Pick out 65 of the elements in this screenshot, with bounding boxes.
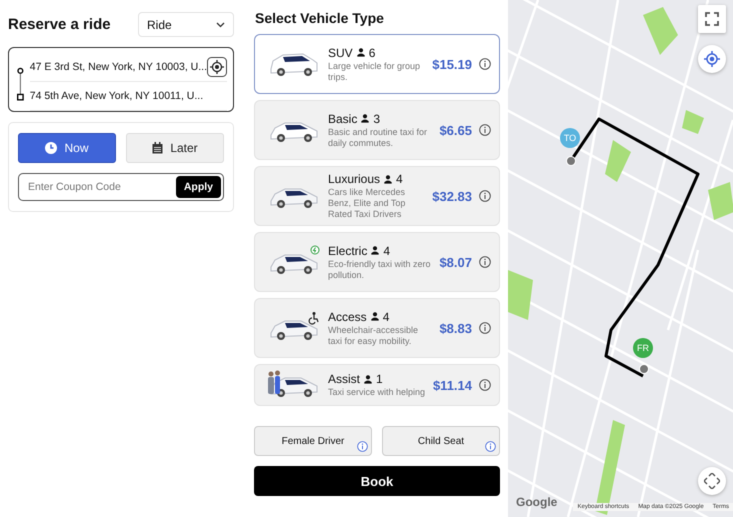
vehicle-description: Taxi service with helping (328, 387, 426, 398)
person-icon (371, 246, 380, 255)
apply-button[interactable]: Apply (176, 176, 221, 198)
move-arrows-icon (704, 473, 720, 489)
info-icon[interactable] (479, 379, 491, 391)
info-icon[interactable] (357, 441, 368, 452)
info-icon[interactable] (479, 256, 491, 268)
seat-count: 4 (396, 172, 403, 186)
seat-count: 4 (382, 310, 390, 324)
info-icon[interactable] (479, 124, 491, 136)
vehicle-description: Eco-friendly taxi with zero pollution. (328, 258, 432, 280)
clock-icon (45, 142, 58, 154)
pickup-address-field[interactable]: 47 E 3rd St, New York, NY 10003, U... (30, 61, 207, 73)
person-icon (356, 48, 365, 57)
vehicle-option[interactable]: Basic 3 Basic and routine taxi for daily commutes. $6.65 (254, 100, 500, 160)
vehicle-description: Wheelchair-accessible taxi for easy mobility. (328, 324, 420, 346)
vehicle-name: SUV (328, 46, 353, 60)
info-icon[interactable] (485, 441, 496, 452)
vehicle-price: $8.07 (439, 254, 472, 270)
seat-count: 6 (368, 46, 376, 60)
coupon-field[interactable]: Enter Coupon Code Apply (18, 173, 224, 201)
vehicle-description: Cars like Mercedes Benz, Elite and Top Rated Taxi Drivers (328, 187, 406, 220)
vehicle-name: Basic (328, 112, 358, 126)
vehicle-name: Assist (328, 372, 360, 386)
crosshair-icon (704, 51, 720, 67)
person-icon (361, 114, 370, 123)
vehicle-option[interactable]: Assist 1 Taxi service with helping $11.14 (254, 364, 500, 406)
now-button[interactable]: Now (18, 133, 116, 163)
person-icon (370, 312, 379, 321)
vehicle-price: $6.65 (439, 122, 472, 138)
seat-count: 1 (376, 372, 383, 386)
vehicle-option[interactable]: SUV 6 Large vehicle for group trips. $15.19 (254, 34, 500, 94)
vehicle-price: $32.83 (432, 188, 472, 204)
info-icon[interactable] (479, 190, 491, 202)
seat-count: 4 (383, 244, 390, 258)
ride-option-button[interactable]: Female Driver (254, 426, 372, 456)
vehicle-price: $15.19 (432, 56, 472, 72)
info-icon[interactable] (479, 322, 491, 334)
person-icon (364, 374, 372, 384)
locate-icon[interactable] (207, 57, 227, 77)
fullscreen-button[interactable] (698, 5, 726, 33)
chevron-down-icon (216, 22, 225, 28)
vehicle-name: Access (328, 310, 367, 324)
vehicle-option[interactable]: Luxurious 4 Cars like Mercedes Benz, Elite and Top Rated Taxi Drivers $32.83 (254, 166, 500, 226)
person-icon (384, 174, 392, 184)
vehicle-name: Luxurious (328, 172, 380, 186)
section-title: Select Vehicle Type (254, 10, 385, 26)
page-title: Reserve a ride (8, 16, 111, 33)
vehicle-price: $11.14 (432, 378, 472, 392)
ride-option-button[interactable]: Child Seat (382, 426, 500, 456)
later-button[interactable]: Later (126, 133, 224, 163)
ride-type-select[interactable]: Ride (138, 12, 234, 37)
fullscreen-icon (705, 12, 719, 26)
vehicle-description: Basic and routine taxi for daily commutes. (328, 126, 428, 148)
map-logo: Google (516, 495, 558, 509)
vehicle-option[interactable]: Electric 4 Eco-friendly taxi with zero pollution. $8.07 (254, 232, 500, 292)
book-button[interactable]: Book (254, 466, 500, 496)
seat-count: 3 (373, 112, 380, 126)
vehicle-description: Large vehicle for group trips. (328, 60, 422, 82)
vehicle-name: Electric (328, 244, 368, 258)
vehicle-price: $8.83 (439, 320, 472, 336)
vehicle-option[interactable]: Access 4 Wheelchair-accessible taxi for easy mobility. $8.83 (254, 298, 500, 358)
calendar-icon (152, 142, 164, 154)
dropoff-address-field[interactable]: 74 5th Ave, New York, NY 10011, U... (30, 90, 204, 102)
info-icon[interactable] (479, 58, 491, 70)
